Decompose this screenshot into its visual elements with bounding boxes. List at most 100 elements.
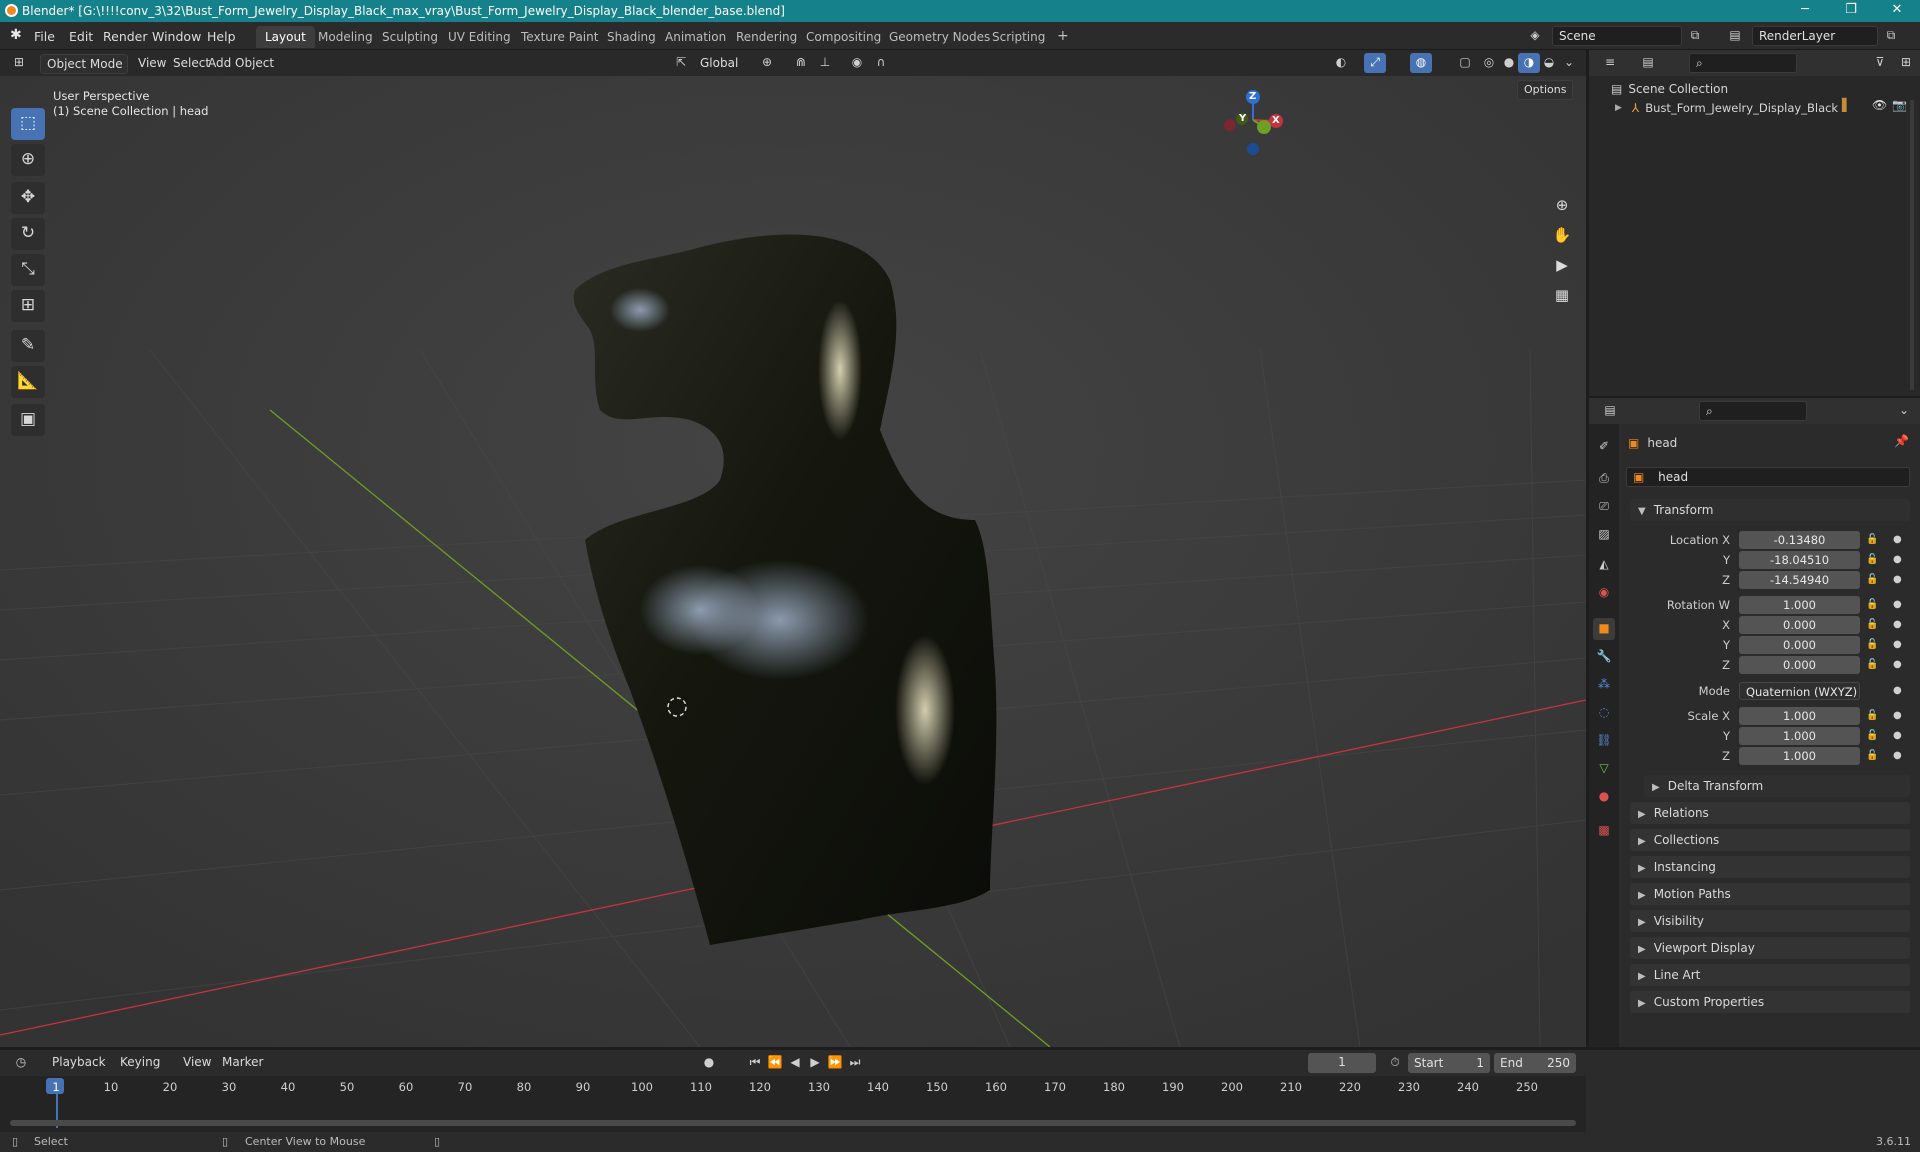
instancing-panel[interactable]: ▶ Instancing <box>1630 856 1910 878</box>
lock-icon[interactable]: 🔓 <box>1866 599 1878 610</box>
rendered-shading-icon[interactable]: ◒ <box>1538 53 1560 73</box>
start-frame-field[interactable]: Start 1 <box>1408 1053 1490 1073</box>
jump-start-icon[interactable]: ⏮ <box>744 1053 766 1073</box>
play-icon[interactable]: ▶ <box>804 1053 826 1073</box>
keyframe-dot-icon[interactable]: ● <box>1893 554 1902 565</box>
delta-transform-panel[interactable]: ▶ Delta Transform <box>1644 775 1910 797</box>
keyframe-dot-icon[interactable]: ● <box>1893 730 1902 741</box>
annotate-tool-icon[interactable]: ✎ <box>11 330 45 362</box>
tab-geometry-nodes[interactable]: Geometry Nodes <box>880 26 999 48</box>
stopwatch-icon[interactable]: ⏱ <box>1384 1053 1406 1073</box>
end-frame-field[interactable]: End 250 <box>1494 1053 1576 1073</box>
marker-menu[interactable]: Marker <box>216 1053 269 1073</box>
timeline-editor-type-icon[interactable]: ◷ <box>10 1053 32 1073</box>
transform-orientation-dropdown[interactable]: Global <box>694 54 744 74</box>
tab-compositing[interactable]: Compositing <box>797 26 890 48</box>
menu-window[interactable]: Window <box>152 29 201 44</box>
filter-icon[interactable]: ⊽ <box>1869 53 1891 73</box>
tab-scripting[interactable]: Scripting <box>983 26 1054 48</box>
keyframe-dot-icon[interactable]: ● <box>1893 685 1902 696</box>
tab-uv-editing[interactable]: UV Editing <box>439 26 520 48</box>
lock-icon[interactable]: 🔓 <box>1866 554 1878 565</box>
scale-z-field[interactable]: 1.000 <box>1739 747 1860 765</box>
transform-orientation-icon[interactable]: ⇱ <box>670 53 692 73</box>
outliner-item[interactable]: ▶ ⅄ Bust_Form_Jewelry_Display_Black <box>1615 98 1915 118</box>
outliner-scrollbar[interactable] <box>1910 100 1914 390</box>
properties-editor-type-icon[interactable]: ▤ <box>1599 401 1621 421</box>
menu-help[interactable]: Help <box>207 29 236 44</box>
object-mode-dropdown[interactable]: Object Mode <box>40 54 128 74</box>
eye-icon[interactable]: 👁 <box>1872 98 1887 112</box>
visibility-panel[interactable]: ▶ Visibility <box>1630 910 1910 932</box>
lock-icon[interactable]: 🔓 <box>1866 639 1878 650</box>
maximize-button[interactable]: ❐ <box>1828 0 1874 22</box>
lock-icon[interactable]: 🔓 <box>1866 534 1878 545</box>
rotation-z-field[interactable]: 0.000 <box>1739 656 1860 674</box>
relations-panel[interactable]: ▶ Relations <box>1630 802 1910 824</box>
view-layer-icon[interactable]: ▤ <box>1724 26 1746 46</box>
keyframe-dot-icon[interactable]: ● <box>1893 750 1902 761</box>
measure-tool-icon[interactable]: 📐 <box>11 366 45 398</box>
visibility-filter-icon[interactable]: ◐ <box>1330 53 1352 73</box>
zoom-icon[interactable]: ⊕ <box>1548 192 1576 220</box>
new-scene-icon[interactable]: ⧉ <box>1684 26 1706 46</box>
scale-x-field[interactable]: 1.000 <box>1739 707 1860 725</box>
pin-icon[interactable]: 📌 <box>1894 434 1909 448</box>
viewport-display-panel[interactable]: ▶ Viewport Display <box>1630 937 1910 959</box>
record-icon[interactable]: ● <box>698 1053 720 1073</box>
pivot-point-icon[interactable]: ⊕ <box>756 53 778 73</box>
rotate-tool-icon[interactable]: ↻ <box>11 218 45 250</box>
lock-icon[interactable]: 🔓 <box>1866 659 1878 670</box>
solid-shading-icon[interactable]: ● <box>1498 53 1520 73</box>
editor-type-icon[interactable]: ⊞ <box>8 53 30 73</box>
tab-animation[interactable]: Animation <box>656 26 735 48</box>
falloff-icon[interactable]: ∩ <box>870 53 892 73</box>
custom-properties-panel[interactable]: ▶ Custom Properties <box>1630 991 1910 1013</box>
snap-target-icon[interactable]: ⊥ <box>814 53 836 73</box>
rotation-y-field[interactable]: 0.000 <box>1739 636 1860 654</box>
play-reverse-icon[interactable]: ◀ <box>784 1053 806 1073</box>
rotation-mode-dropdown[interactable]: Quaternion (WXYZ) <box>1739 682 1860 700</box>
scale-tool-icon[interactable]: ⤡ <box>11 254 45 286</box>
tab-texture-paint[interactable]: Texture Paint <box>512 26 607 48</box>
lock-icon[interactable]: 🔓 <box>1866 710 1878 721</box>
material-tab-icon[interactable]: ● <box>1593 786 1615 808</box>
render-tab-icon[interactable]: ⎙ <box>1593 468 1615 490</box>
outliner-editor-type-icon[interactable]: ≡ <box>1599 53 1621 73</box>
tool-tab-icon[interactable]: ✐ <box>1593 436 1615 458</box>
menu-edit[interactable]: Edit <box>69 29 93 44</box>
keyframe-dot-icon[interactable]: ● <box>1893 599 1902 610</box>
keyframe-dot-icon[interactable]: ● <box>1893 574 1902 585</box>
transform-panel-header[interactable]: ▼ Transform <box>1630 499 1910 521</box>
jump-end-icon[interactable]: ⏭ <box>844 1053 866 1073</box>
menu-file[interactable]: File <box>34 29 55 44</box>
select-box-tool-icon[interactable]: ⬚ <box>11 108 45 140</box>
close-button[interactable]: ✕ <box>1874 0 1920 22</box>
move-tool-icon[interactable]: ✥ <box>11 182 45 214</box>
keyframe-dot-icon[interactable]: ● <box>1893 710 1902 721</box>
add-workspace-button[interactable]: + <box>1048 26 1078 48</box>
rotation-x-field[interactable]: 0.000 <box>1739 616 1860 634</box>
rotation-w-field[interactable]: 1.000 <box>1739 596 1860 614</box>
minimize-button[interactable]: ─ <box>1782 0 1828 22</box>
tab-sculpting[interactable]: Sculpting <box>373 26 447 48</box>
camera-view-icon[interactable]: ▶ <box>1548 252 1576 280</box>
shading-options-icon[interactable]: ⌄ <box>1558 53 1580 73</box>
lock-icon[interactable]: 🔓 <box>1866 619 1878 630</box>
keyframe-dot-icon[interactable]: ● <box>1893 659 1902 670</box>
tab-rendering[interactable]: Rendering <box>727 26 806 48</box>
properties-options-icon[interactable]: ⌄ <box>1893 401 1915 421</box>
location-z-field[interactable]: -14.54940 <box>1739 571 1860 589</box>
cursor-tool-icon[interactable]: ⊕ <box>11 144 45 176</box>
keying-menu[interactable]: Keying <box>114 1053 166 1073</box>
add-cube-tool-icon[interactable]: ▣ <box>11 404 45 436</box>
keyframe-dot-icon[interactable]: ● <box>1893 639 1902 650</box>
tab-layout[interactable]: Layout <box>256 26 315 48</box>
scale-y-field[interactable]: 1.000 <box>1739 727 1860 745</box>
display-mode-icon[interactable]: ▤ <box>1637 53 1659 73</box>
location-y-field[interactable]: -18.04510 <box>1739 551 1860 569</box>
scene-selector-icon[interactable]: ◈ <box>1524 26 1546 46</box>
expand-arrow-icon[interactable]: ▶ <box>1615 103 1622 113</box>
options-dropdown[interactable]: Options <box>1517 80 1574 100</box>
output-tab-icon[interactable]: ⎚ <box>1593 496 1615 518</box>
